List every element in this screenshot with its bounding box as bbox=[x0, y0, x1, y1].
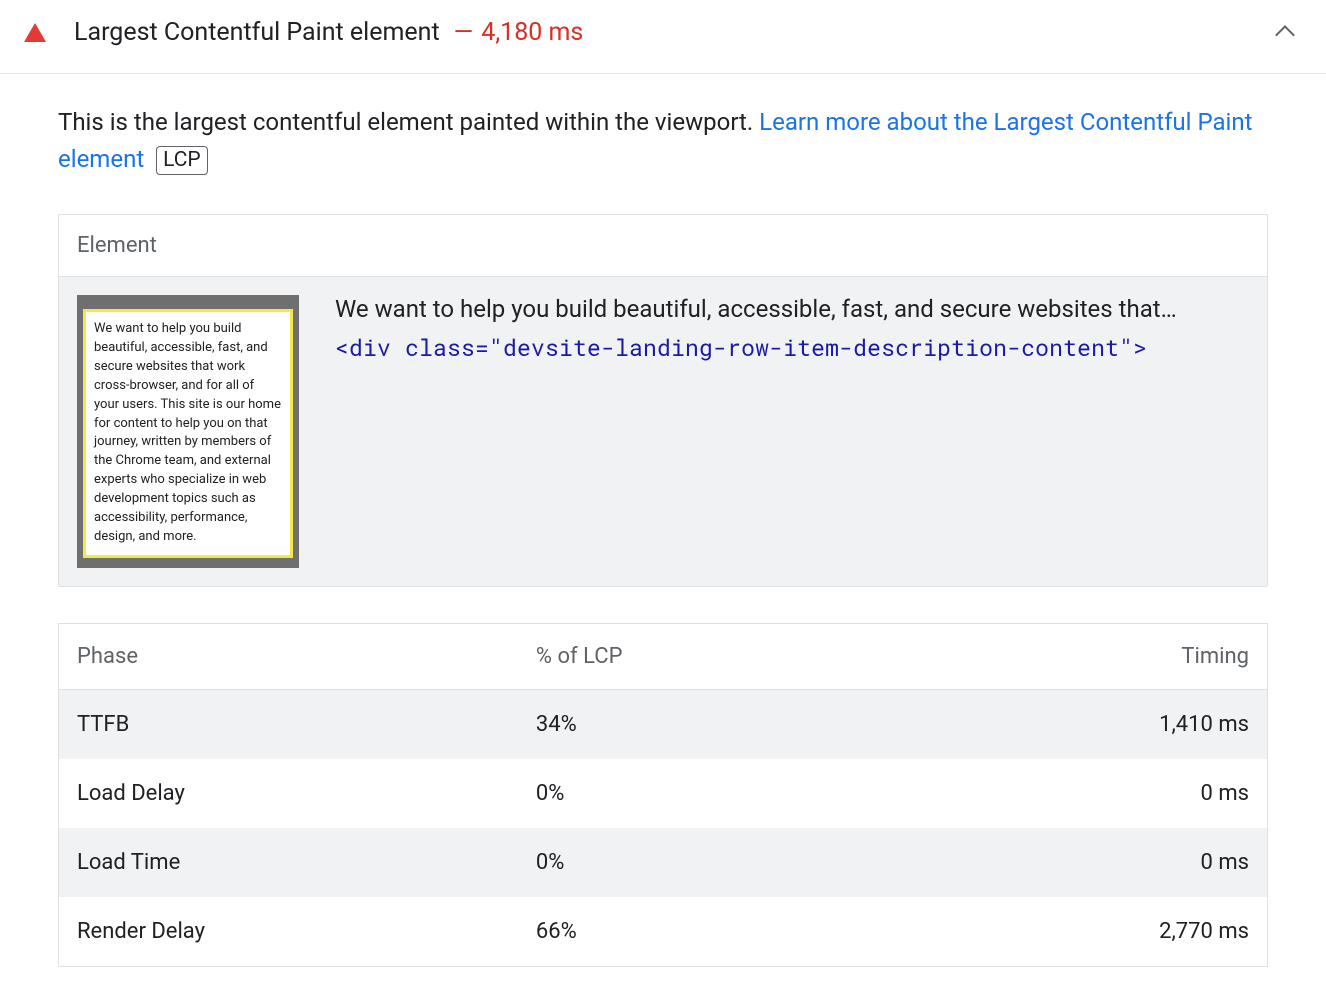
description-intro: This is the largest contentful element p… bbox=[58, 108, 759, 136]
element-thumbnail: We want to help you build beautiful, acc… bbox=[77, 295, 299, 567]
table-row: Load Delay 0% 0 ms bbox=[59, 759, 1268, 828]
col-phase: Phase bbox=[59, 623, 518, 689]
element-dom-code: <div class="devsite-landing-row-item-des… bbox=[335, 333, 1249, 363]
element-panel: Element We want to help you build beauti… bbox=[58, 214, 1268, 586]
phase-cell: Load Delay bbox=[59, 759, 518, 828]
pct-cell: 34% bbox=[518, 689, 905, 759]
lcp-badge: LCP bbox=[156, 146, 208, 175]
timing-cell: 1,410 ms bbox=[905, 689, 1268, 759]
audit-header[interactable]: Largest Contentful Paint element —4,180 … bbox=[0, 0, 1326, 74]
table-row: Load Time 0% 0 ms bbox=[59, 828, 1268, 897]
table-row: TTFB 34% 1,410 ms bbox=[59, 689, 1268, 759]
audit-title: Largest Contentful Paint element bbox=[74, 18, 440, 47]
element-row: We want to help you build beautiful, acc… bbox=[59, 277, 1267, 585]
dash-text: — bbox=[454, 18, 474, 47]
timing-text: 4,180 ms bbox=[481, 18, 583, 47]
phase-cell: Load Time bbox=[59, 828, 518, 897]
col-timing: Timing bbox=[905, 623, 1268, 689]
audit-body: This is the largest contentful element p… bbox=[0, 74, 1326, 1007]
element-panel-heading: Element bbox=[59, 215, 1267, 277]
phase-table-header-row: Phase % of LCP Timing bbox=[59, 623, 1268, 689]
timing-cell: 0 ms bbox=[905, 759, 1268, 828]
lcp-audit-section: Largest Contentful Paint element —4,180 … bbox=[0, 0, 1326, 1007]
fail-triangle-icon bbox=[24, 23, 46, 42]
element-thumbnail-text: We want to help you build beautiful, acc… bbox=[83, 309, 293, 557]
element-text-snippet: We want to help you build beautiful, acc… bbox=[335, 295, 1249, 323]
element-text-block: We want to help you build beautiful, acc… bbox=[335, 295, 1249, 567]
pct-cell: 0% bbox=[518, 759, 905, 828]
col-pct: % of LCP bbox=[518, 623, 905, 689]
audit-timing-value: —4,180 ms bbox=[454, 18, 584, 47]
pct-cell: 0% bbox=[518, 828, 905, 897]
timing-cell: 0 ms bbox=[905, 828, 1268, 897]
phase-table: Phase % of LCP Timing TTFB 34% 1,410 ms … bbox=[58, 623, 1268, 967]
chevron-up-icon[interactable] bbox=[1274, 22, 1296, 44]
audit-description: This is the largest contentful element p… bbox=[58, 104, 1268, 178]
phase-cell: TTFB bbox=[59, 689, 518, 759]
